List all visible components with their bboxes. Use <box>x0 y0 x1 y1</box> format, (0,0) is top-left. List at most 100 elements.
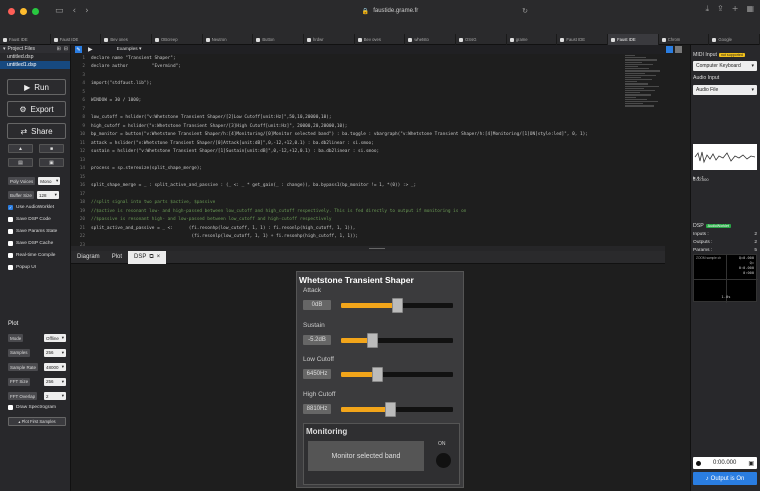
bottom-tab[interactable]: Plot <box>106 251 128 264</box>
drag-handle[interactable] <box>369 248 385 249</box>
tab-favicon-icon <box>53 37 58 42</box>
checkbox[interactable] <box>8 217 13 222</box>
sidebar-toggle-icon[interactable]: ▭ <box>55 6 64 16</box>
delete-file-icon[interactable]: ⊟ <box>64 46 68 52</box>
plot-setting-select[interactable]: 256 ▾ <box>44 348 66 357</box>
midi-input-select[interactable]: Computer Keyboard ▾ <box>693 61 757 71</box>
browser-tab[interactable]: hrdwr <box>304 34 355 45</box>
plot-first-samples-button[interactable]: ▴ Plot First Samples <box>8 417 66 426</box>
popout-icon[interactable]: ⧉ <box>149 254 153 261</box>
audio-file-waveform[interactable] <box>693 144 757 170</box>
file-item[interactable]: untitled1.dsp <box>0 61 70 69</box>
editor-minimap[interactable] <box>625 54 661 114</box>
back-icon[interactable]: ‹ <box>73 6 77 16</box>
slider-thumb[interactable] <box>391 298 403 313</box>
maximize-window-icon[interactable] <box>32 7 39 15</box>
code-text: split_active_and_passive = _ <: (fi.reso… <box>91 225 356 231</box>
export-button[interactable]: ⚙ Export <box>7 101 66 117</box>
buffer-size-select[interactable]: 128 ▾ <box>36 191 59 199</box>
bottom-tab[interactable]: DSP ⧉ × <box>128 250 167 264</box>
new-tab-icon[interactable]: + <box>732 4 739 14</box>
save-button[interactable]: ■ <box>39 144 64 153</box>
browser-tab[interactable]: Faust IDE <box>608 34 659 45</box>
close-icon[interactable]: × <box>157 254 161 260</box>
code-text: (fi.resonlp(low_cutoff, 1, 1) + fi.reson… <box>91 234 358 240</box>
upload-button[interactable]: ▲ <box>8 144 33 153</box>
slider-value[interactable]: 6450Hz <box>303 369 331 379</box>
slider-value[interactable]: 8810Hz <box>303 403 331 414</box>
add-file-icon[interactable]: ⊞ <box>57 46 61 52</box>
checkbox[interactable] <box>8 265 13 270</box>
hslider[interactable] <box>341 332 453 348</box>
edit-icon[interactable]: ✎ <box>75 46 82 53</box>
docs-button[interactable]: ▤ <box>8 158 33 167</box>
minimap-line <box>625 70 660 72</box>
midi-icon[interactable] <box>666 46 673 53</box>
download-icon[interactable]: ⤓ <box>705 4 709 14</box>
plot-setting-select[interactable]: 256 ▾ <box>44 377 66 386</box>
browser-tab[interactable]: OSsG <box>456 34 507 45</box>
close-window-icon[interactable] <box>8 7 15 15</box>
checkbox-row[interactable]: Popup UI <box>8 265 36 270</box>
browser-tab[interactable]: Faust IDE <box>0 34 51 45</box>
browser-tab[interactable]: Faust IDE <box>51 34 102 45</box>
browser-tab[interactable]: whetsto <box>405 34 457 45</box>
record-icon[interactable] <box>696 460 701 466</box>
browser-tab[interactable]: Faust IDE <box>557 34 609 45</box>
play-icon[interactable]: ▶ <box>88 46 93 53</box>
collapse-icon[interactable]: ▾ <box>3 46 6 52</box>
share-icon[interactable]: ⇪ <box>717 4 724 14</box>
run-button[interactable]: ▶ Run <box>7 79 66 95</box>
slider-thumb[interactable] <box>371 367 383 382</box>
checkbox[interactable] <box>8 253 13 258</box>
slider-thumb[interactable] <box>367 332 379 348</box>
audio-icon[interactable] <box>675 46 682 53</box>
code-editor[interactable]: 1 declare name "Transient Shaper"; 2 declar… <box>71 54 665 246</box>
minimize-window-icon[interactable] <box>20 7 27 15</box>
forward-icon[interactable]: › <box>85 6 89 16</box>
tab-overview-icon[interactable]: ▦ <box>746 4 754 14</box>
file-item[interactable]: untitled.dsp <box>0 53 70 61</box>
browser-tab[interactable]: Bev ones <box>101 34 153 45</box>
hslider[interactable] <box>341 401 453 417</box>
checkbox[interactable] <box>8 229 13 234</box>
browser-tab[interactable]: Button <box>253 34 305 45</box>
slider-name: Attack <box>303 287 322 294</box>
checkbox-row[interactable]: Real-time Compile <box>8 253 55 258</box>
browser-tab[interactable]: Google <box>709 34 760 45</box>
poly-voices-select[interactable]: Mono ▾ <box>38 177 61 185</box>
console-button[interactable]: ▣ <box>39 158 64 167</box>
monitor-selected-band-button[interactable]: Monitor selected band <box>308 441 424 471</box>
draw-spectrogram-checkbox[interactable] <box>8 405 13 410</box>
examples-menu[interactable]: Examples ▾ <box>117 47 142 52</box>
plot-setting-select[interactable]: Offline ▾ <box>44 334 66 342</box>
browser-tab[interactable]: Neutron <box>203 34 254 45</box>
audio-input-select[interactable]: Audio File ▾ <box>693 85 757 95</box>
share-button[interactable]: ⇄ Share <box>7 123 66 139</box>
slider-thumb[interactable] <box>384 401 396 417</box>
slider-value[interactable]: 0dB <box>303 300 331 310</box>
plot-setting-select[interactable]: 48000 ▾ <box>44 363 66 371</box>
output-toggle-button[interactable]: ♪ Output is On <box>693 472 757 485</box>
hslider[interactable] <box>341 367 453 382</box>
checkbox-row[interactable]: ✓ Use AudioWorklet <box>8 205 54 210</box>
save-recording-icon[interactable]: ▣ <box>748 460 754 467</box>
draw-spectrogram-row[interactable]: Draw Spectrogram <box>8 405 56 410</box>
browser-tab[interactable]: OBcreep <box>152 34 203 45</box>
checkbox-row[interactable]: Save DSP Code <box>8 217 51 222</box>
checkbox[interactable] <box>8 241 13 246</box>
checkbox-row[interactable]: Save Params State <box>8 229 57 234</box>
oscilloscope[interactable]: ZOOM sample ch Q=0.000 Q= 0:0.000 0:000 … <box>693 254 758 303</box>
minimap-line <box>625 65 638 68</box>
checkbox-row[interactable]: Save DSP Cache <box>8 241 53 246</box>
plot-setting-select[interactable]: 2 ▾ <box>44 392 66 400</box>
bottom-tab[interactable]: Diagram <box>71 251 106 264</box>
browser-tab[interactable]: Chrom <box>659 34 710 45</box>
address-bar[interactable]: 🔒 faustide.grame.fr ↻ <box>250 4 530 18</box>
browser-tab[interactable]: grame <box>507 34 558 45</box>
reload-icon[interactable]: ↻ <box>522 7 528 15</box>
hslider[interactable] <box>341 298 453 313</box>
browser-tab[interactable]: Bev oves <box>355 34 406 45</box>
slider-value[interactable]: -5.2dB <box>303 334 331 345</box>
checkbox[interactable]: ✓ <box>8 205 13 210</box>
